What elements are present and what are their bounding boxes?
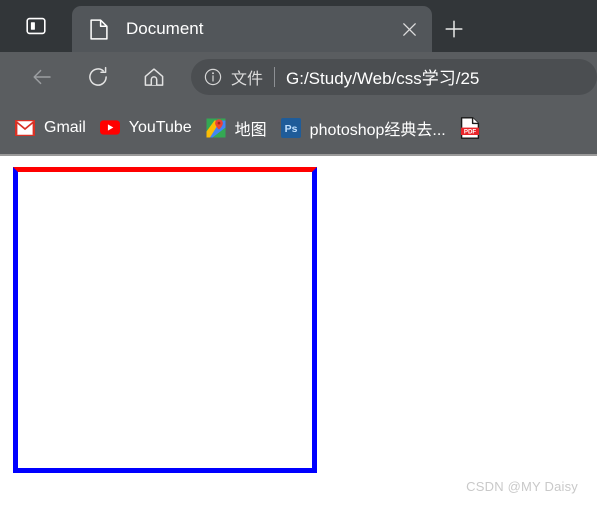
address-bar-divider [274,66,276,87]
bookmark-label: 地图 [234,121,267,139]
bookmark-item-youtube[interactable]: YouTube [93,111,199,145]
bookmark-label: Gmail [44,118,86,136]
tab-document[interactable]: Document [72,6,432,52]
tab-title: Document [126,19,204,38]
reload-icon[interactable] [76,55,120,99]
sidebar-panel-icon[interactable] [0,0,72,52]
close-icon[interactable] [394,14,424,44]
bordered-box-demo [13,167,317,473]
address-bar-url: G:/Study/Web/css学习/25 [286,69,480,88]
home-icon[interactable] [132,55,176,99]
bookmark-item-maps[interactable]: 地图 [199,111,274,145]
document-page-icon [88,18,110,40]
new-tab-button[interactable] [432,6,476,52]
info-circle-icon[interactable] [204,68,222,86]
youtube-icon [99,118,120,138]
bookmark-label: photoshop经典去... [309,121,446,139]
bookmark-item-photoshop[interactable]: Ps photoshop经典去... [274,111,453,145]
photoshop-icon: Ps [280,117,301,138]
browser-toolbar: 文件 G:/Study/Web/css学习/25 [0,52,597,101]
address-bar-scheme-label: 文件 [231,70,264,88]
watermark-text: CSDN @MY Daisy [466,479,578,494]
bookmark-item-gmail[interactable]: Gmail [8,111,93,145]
bookmark-item-pdf[interactable]: PDF [453,111,487,145]
svg-text:Ps: Ps [284,123,297,135]
google-maps-icon [206,118,226,138]
tab-strip: Document [0,0,597,52]
bookmarks-bar: Gmail YouTube 地图 Ps photoshop经典去... PDF [0,101,597,154]
bookmark-label: YouTube [128,118,192,136]
page-viewport: CSDN @MY Daisy [0,156,597,510]
address-bar[interactable]: 文件 G:/Study/Web/css学习/25 [191,58,597,95]
svg-text:PDF: PDF [464,128,477,135]
gmail-icon [15,118,35,138]
pdf-file-icon: PDF [460,116,480,139]
back-arrow-icon[interactable] [20,55,64,99]
